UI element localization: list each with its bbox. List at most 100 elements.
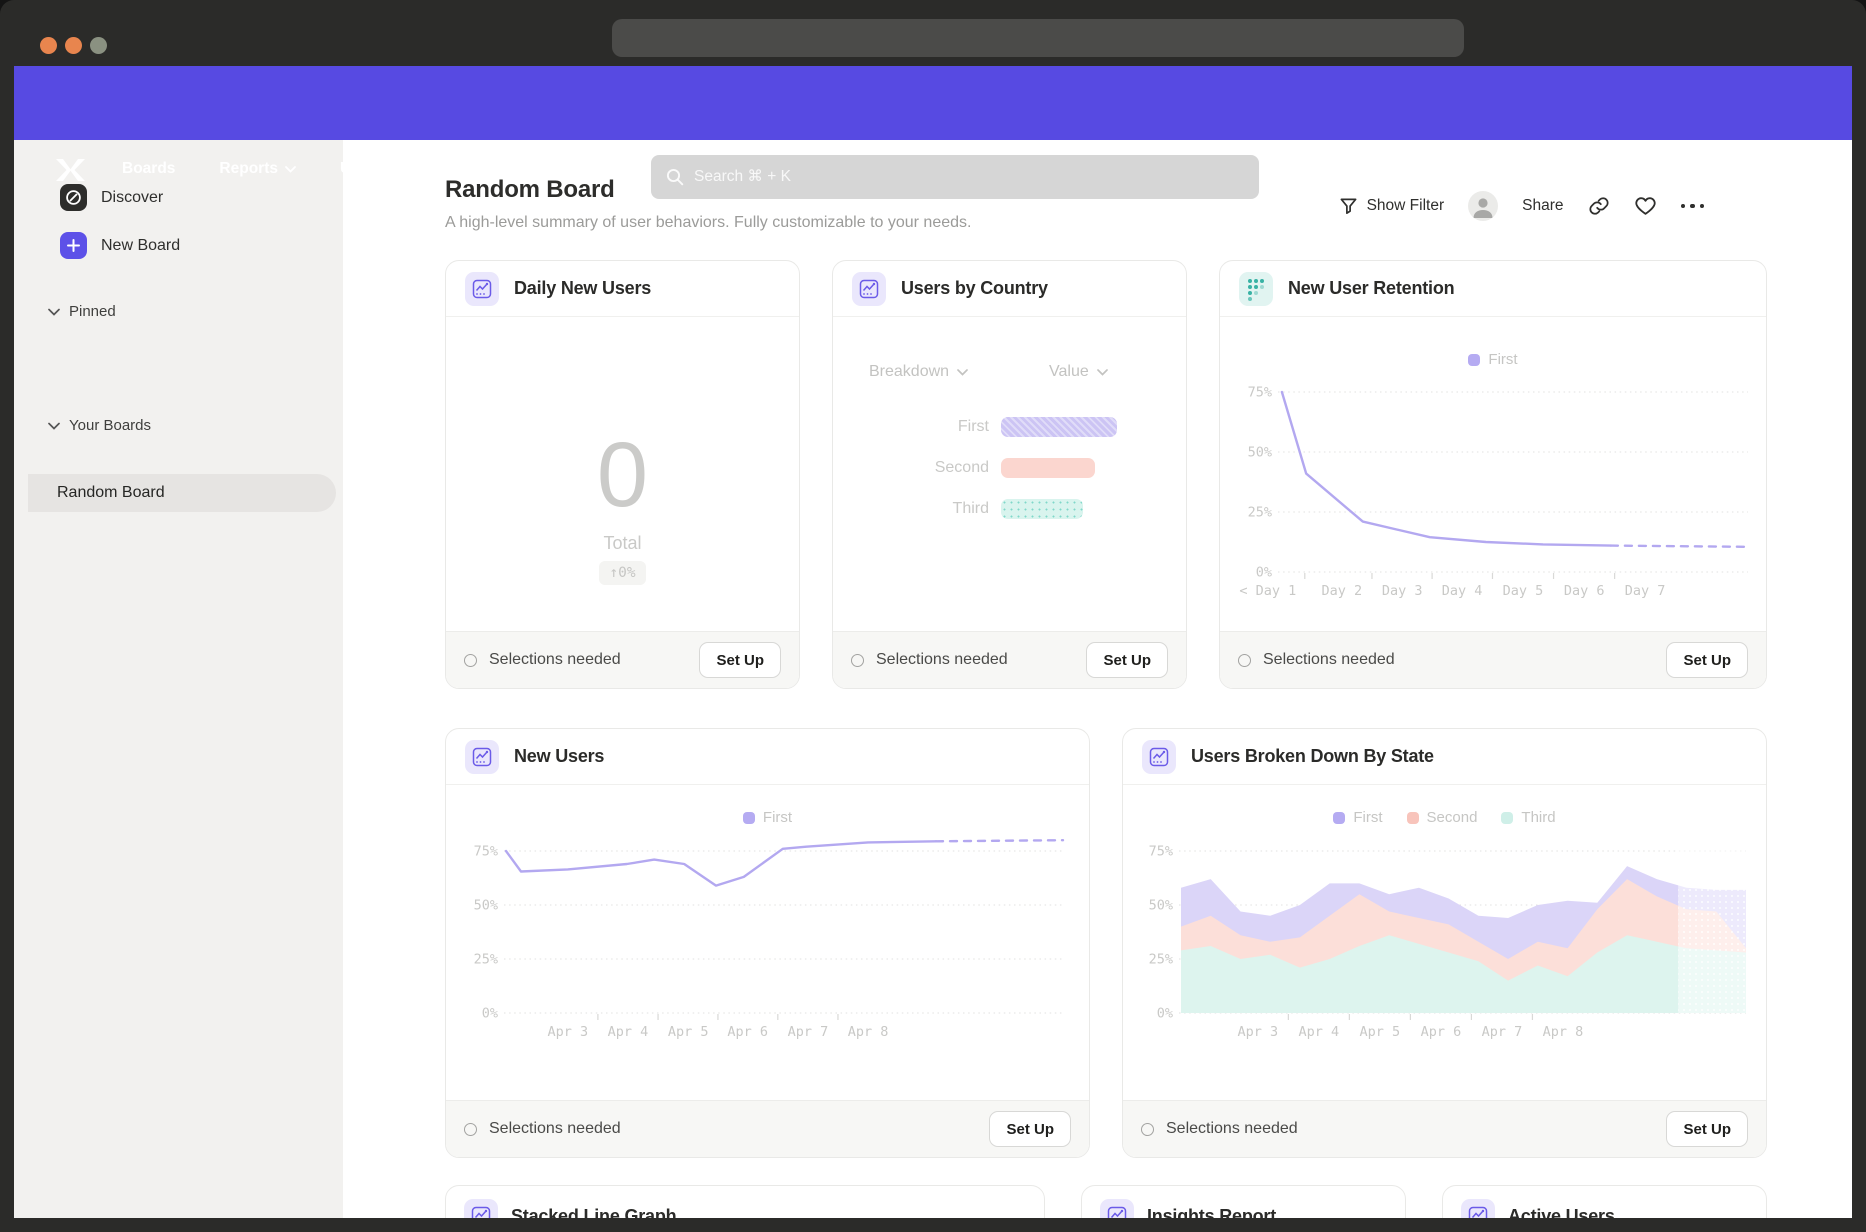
- svg-text:Day 4: Day 4: [1442, 583, 1483, 599]
- traffic-light-zoom[interactable]: [90, 37, 107, 54]
- svg-text:Day 6: Day 6: [1564, 583, 1605, 599]
- svg-text:Apr 7: Apr 7: [788, 1024, 829, 1040]
- value-dropdown[interactable]: Value: [1049, 363, 1108, 381]
- card-users-by-country: Users by Country Breakdown Value First S…: [832, 260, 1187, 689]
- apps-grid-icon[interactable]: [1524, 156, 1550, 182]
- svg-text:50%: 50%: [1149, 898, 1173, 914]
- card-title: New User Retention: [1288, 278, 1454, 299]
- delta-badge: ↑0%: [599, 561, 645, 585]
- legend-swatch: [1501, 812, 1513, 824]
- row-bar: [1001, 417, 1117, 437]
- card-title: Daily New Users: [514, 278, 651, 299]
- insights-chart-icon: [1142, 740, 1176, 774]
- svg-text:Apr 4: Apr 4: [608, 1024, 649, 1040]
- svg-text:< Day 1: < Day 1: [1239, 583, 1296, 599]
- svg-text:Apr 4: Apr 4: [1299, 1024, 1340, 1040]
- settings-gear-icon[interactable]: [1630, 156, 1656, 182]
- selections-status: Selections needed: [1263, 651, 1395, 669]
- sidebar-section-pinned[interactable]: Pinned: [48, 303, 116, 320]
- card-title: Users by Country: [901, 278, 1048, 299]
- nav-item-events[interactable]: Events: [427, 160, 478, 178]
- org-switcher[interactable]: Organization All Project Data: [1691, 151, 1812, 188]
- status-circle-icon: [464, 654, 477, 667]
- traffic-light-minimize[interactable]: [65, 37, 82, 54]
- legend-label: Second: [1427, 809, 1478, 826]
- sidebar-section-your-boards[interactable]: Your Boards: [48, 417, 151, 434]
- card-title: New Users: [514, 746, 604, 767]
- setup-button[interactable]: Set Up: [699, 642, 781, 678]
- nav-item-users[interactable]: Users: [340, 160, 383, 178]
- card-users-by-state: Users Broken Down By State First Second …: [1122, 728, 1767, 1158]
- legend-label: Third: [1521, 809, 1555, 826]
- window-bottom-edge: [0, 1218, 1866, 1232]
- share-button[interactable]: Share: [1522, 197, 1563, 215]
- svg-text:Day 7: Day 7: [1625, 583, 1666, 599]
- avatar[interactable]: [1468, 191, 1498, 221]
- more-options-button[interactable]: [1681, 204, 1705, 209]
- org-name: Organization: [1691, 151, 1789, 171]
- org-project: All Project Data: [1691, 171, 1789, 188]
- global-search[interactable]: [651, 155, 1259, 199]
- legend-label: First: [1488, 351, 1517, 368]
- svg-text:Apr 7: Apr 7: [1482, 1024, 1523, 1040]
- legend-swatch: [1407, 812, 1419, 824]
- legend-swatch: [743, 812, 755, 824]
- sidebar-item-random-board[interactable]: Random Board: [28, 474, 336, 512]
- svg-text:Apr 8: Apr 8: [1543, 1024, 1584, 1040]
- svg-text:75%: 75%: [474, 844, 498, 860]
- nav-item-reports[interactable]: Reports: [219, 160, 296, 178]
- person-icon: [1468, 191, 1498, 221]
- mixpanel-logo-icon[interactable]: [54, 158, 87, 182]
- sidebar-item-new-board[interactable]: New Board: [60, 232, 180, 259]
- legend-swatch: [1333, 812, 1345, 824]
- page-subtitle: A high-level summary of user behaviors. …: [445, 214, 971, 232]
- plus-icon: [60, 232, 87, 259]
- favorite-heart-icon[interactable]: [1634, 195, 1657, 217]
- svg-text:0%: 0%: [1256, 565, 1272, 581]
- setup-button[interactable]: Set Up: [1666, 642, 1748, 678]
- url-bar[interactable]: [612, 19, 1464, 57]
- row-bar: [1001, 499, 1083, 519]
- help-icon[interactable]: ?: [1577, 156, 1603, 182]
- sidebar: Discover New Board Pinned Random Board Y…: [14, 140, 343, 1218]
- chevron-down-icon: [48, 422, 60, 430]
- setup-button[interactable]: Set Up: [989, 1111, 1071, 1147]
- svg-text:Apr 8: Apr 8: [848, 1024, 889, 1040]
- traffic-light-close[interactable]: [40, 37, 57, 54]
- database-settings-icon[interactable]: [1471, 156, 1497, 182]
- svg-text:Apr 5: Apr 5: [1360, 1024, 1401, 1040]
- svg-text:25%: 25%: [1248, 505, 1272, 521]
- svg-text:?: ?: [1586, 162, 1594, 177]
- selections-status: Selections needed: [876, 651, 1008, 669]
- legend-label: First: [763, 809, 792, 826]
- svg-text:75%: 75%: [1149, 844, 1173, 860]
- legend: First: [1220, 351, 1766, 368]
- metric-value: 0: [446, 429, 799, 521]
- browser-window: Boards Reports Users Events: [0, 0, 1866, 1232]
- copy-link-icon[interactable]: [1588, 195, 1610, 217]
- breakdown-row: Second: [833, 458, 1095, 478]
- retention-grid-icon: [1239, 272, 1273, 306]
- svg-text:Day 5: Day 5: [1503, 583, 1544, 599]
- chevron-down-icon: [285, 166, 296, 173]
- card-new-user-retention: New User Retention First 75%50%25%0%< Da…: [1219, 260, 1767, 689]
- nav-item-boards[interactable]: Boards: [122, 160, 175, 178]
- status-circle-icon: [1141, 1123, 1154, 1136]
- status-circle-icon: [1238, 654, 1251, 667]
- metric-caption: Total: [446, 533, 799, 554]
- show-filter-button[interactable]: Show Filter: [1339, 197, 1445, 216]
- insights-chart-icon: [465, 740, 499, 774]
- setup-button[interactable]: Set Up: [1086, 642, 1168, 678]
- breakdown-dropdown[interactable]: Breakdown: [869, 363, 968, 381]
- compass-icon: [60, 184, 87, 211]
- chevron-down-icon: [1097, 369, 1108, 376]
- insights-chart-icon: [465, 272, 499, 306]
- setup-button[interactable]: Set Up: [1666, 1111, 1748, 1147]
- selections-status: Selections needed: [489, 651, 621, 669]
- svg-text:Day 2: Day 2: [1321, 583, 1362, 599]
- new-users-chart: 75%50%25%0%Apr 3Apr 4Apr 5Apr 6Apr 7Apr …: [446, 785, 1089, 1102]
- chevron-down-icon: [1799, 165, 1812, 173]
- svg-text:Apr 3: Apr 3: [548, 1024, 589, 1040]
- search-input[interactable]: [694, 168, 1244, 186]
- svg-text:Day 3: Day 3: [1382, 583, 1423, 599]
